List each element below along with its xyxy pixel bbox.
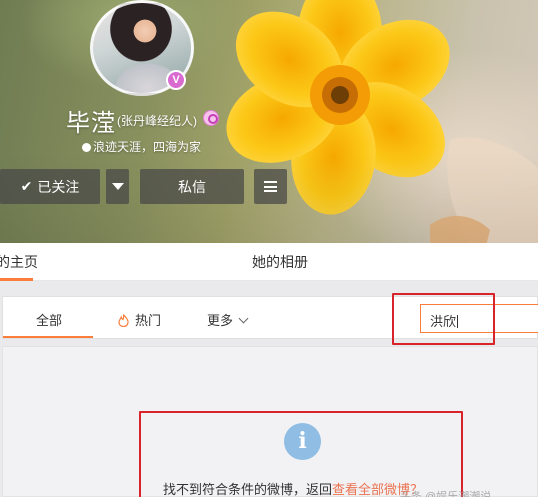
message-label: 私信 xyxy=(178,178,206,195)
profile-motto: 浪迹天涯，四海为家 xyxy=(82,138,201,155)
check-icon: ✔ xyxy=(20,178,33,194)
motto-text: 浪迹天涯，四海为家 xyxy=(93,140,202,154)
watermark: 头条 @娱乐潮潮说 xyxy=(400,491,492,497)
filter-tab-all-indicator xyxy=(3,336,93,338)
chevron-down-icon xyxy=(238,313,249,324)
caret-down-icon xyxy=(111,183,124,190)
tab-home[interactable]: 的主页 xyxy=(0,252,38,272)
menu-icon xyxy=(264,181,277,192)
tab-album[interactable]: 她的相册 xyxy=(252,252,308,272)
followed-label: 已关注 xyxy=(37,178,80,195)
annotation-box-search xyxy=(392,293,495,345)
flame-icon xyxy=(118,314,129,327)
filter-tab-more-label: 更多 xyxy=(207,313,234,328)
profile-sub-name: (张丹峰经纪人) xyxy=(117,114,197,128)
more-menu-button[interactable] xyxy=(254,169,287,204)
profile-tab-bar: 的主页 她的相册 xyxy=(0,243,538,281)
annotation-box-empty-state xyxy=(139,411,463,497)
profile-cover: V 毕滢 (张丹峰经纪人) 浪迹天涯，四海为家 ✔ 已关注 私信 xyxy=(0,0,538,243)
profile-name: 毕滢 xyxy=(66,110,116,137)
message-button[interactable]: 私信 xyxy=(140,169,244,204)
filter-tab-hot-label: 热门 xyxy=(135,313,162,328)
filter-tab-all[interactable]: 全部 xyxy=(36,310,62,329)
verified-badge-icon: V xyxy=(166,70,186,90)
followed-button[interactable]: ✔ 已关注 xyxy=(0,169,100,204)
filter-tab-more[interactable]: 更多 xyxy=(207,310,249,329)
follow-options-button[interactable] xyxy=(106,169,129,204)
filter-tab-hot[interactable]: 热门 xyxy=(118,310,161,329)
motto-icon xyxy=(82,143,91,152)
tab-home-active-indicator xyxy=(0,278,33,281)
female-icon xyxy=(203,110,219,126)
